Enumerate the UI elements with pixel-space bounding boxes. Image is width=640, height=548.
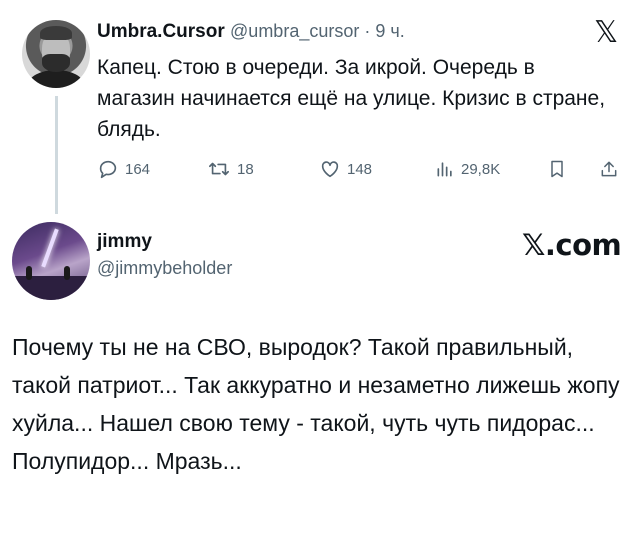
reply-count: 164 [125, 160, 151, 178]
avatar-hair [40, 26, 72, 40]
share-icon [601, 161, 617, 177]
author-name[interactable]: Umbra.Cursor [97, 21, 225, 42]
tweet-text: Капец. Стою в очереди. За икрой. Очередь… [97, 56, 606, 141]
tweet-original[interactable]: Umbra.Cursor @umbra_cursor · 9 ч. 𝕏 Капе… [0, 0, 640, 214]
avatar-ground [12, 276, 90, 300]
author-handle[interactable]: @umbra_cursor [230, 21, 359, 41]
tweet-text: Почему ты не на СВО, выродок? Такой прав… [12, 334, 620, 474]
like-count: 148 [347, 160, 373, 178]
like-button[interactable]: 148 [319, 156, 372, 182]
separator: · [359, 21, 376, 41]
retweet-count: 18 [237, 160, 254, 178]
avatar-lightning [41, 228, 59, 268]
views-button[interactable]: 29,8K [435, 156, 500, 182]
retweet-button[interactable]: 18 [207, 156, 254, 182]
views-count: 29,8K [461, 160, 501, 178]
x-com-logo: 𝕏.com [522, 228, 622, 262]
tweet-header: Umbra.Cursor @umbra_cursor · 9 ч. [97, 21, 405, 43]
author-handle[interactable]: @jimmybeholder [97, 258, 232, 279]
avatar-figure [26, 266, 32, 280]
reply-icon [99, 160, 117, 179]
avatar[interactable] [12, 222, 90, 300]
share-button[interactable] [599, 156, 619, 182]
avatar-figure [64, 266, 70, 280]
bookmark-button[interactable] [547, 156, 567, 182]
tweet-reply[interactable]: jimmy @jimmybeholder 𝕏.com Почему ты не … [0, 210, 640, 548]
avatar[interactable] [22, 20, 90, 88]
views-icon [437, 162, 452, 177]
bookmark-icon [551, 160, 563, 178]
avatar-beard [42, 54, 70, 72]
avatar-shoulders [28, 70, 84, 88]
reply-button[interactable]: 164 [97, 156, 150, 182]
like-icon [321, 161, 339, 178]
timestamp[interactable]: 9 ч. [375, 21, 404, 41]
author-name[interactable]: jimmy [97, 231, 152, 253]
thread-line [55, 96, 58, 214]
x-logo-icon: 𝕏 [594, 15, 619, 50]
retweet-icon [209, 162, 229, 176]
tweet-actions: 164 18 148 29,8K [97, 156, 622, 182]
